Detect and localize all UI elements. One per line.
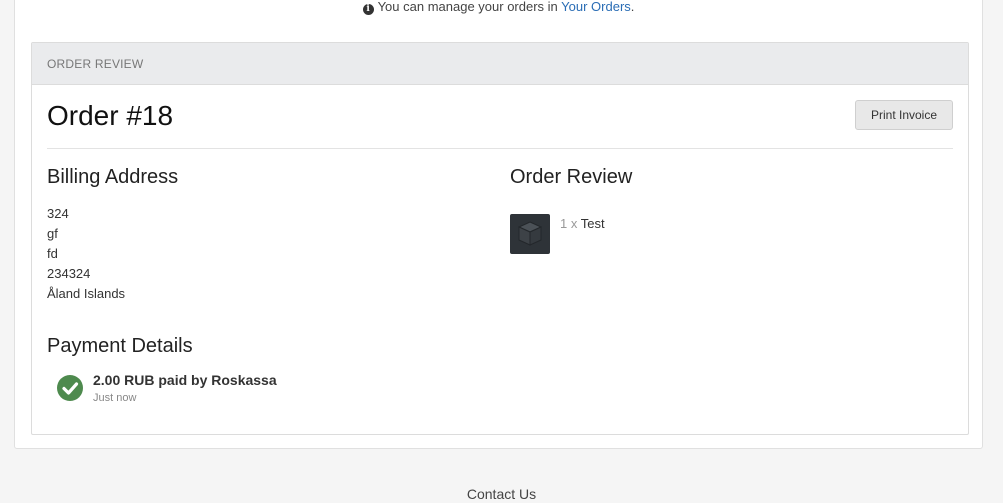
address-line: gf xyxy=(47,226,58,241)
your-orders-link[interactable]: Your Orders xyxy=(561,0,631,14)
address-line: 234324 xyxy=(47,266,91,281)
divider xyxy=(47,148,953,149)
payment-summary: 2.00 RUB paid by Roskassa xyxy=(93,372,277,388)
order-review-header: ORDER REVIEW xyxy=(32,43,968,85)
address-line: fd xyxy=(47,246,58,261)
payment-time: Just now xyxy=(93,392,137,404)
order-title: Order #18 xyxy=(47,100,174,131)
order-review-title: Order Review xyxy=(510,166,633,188)
billing-address: 324 gf fd 234324 Åland Islands xyxy=(47,204,125,304)
info-icon: i xyxy=(362,4,374,15)
item-name: Test xyxy=(580,216,605,231)
order-review-panel: ORDER REVIEW Order #18 Print Invoice Bil… xyxy=(31,42,969,435)
product-box-icon xyxy=(510,214,550,254)
billing-address-title: Billing Address xyxy=(47,166,179,188)
check-circle-icon xyxy=(57,375,83,401)
contact-us-link[interactable]: Contact Us xyxy=(0,485,1003,503)
address-country: Åland Islands xyxy=(47,286,126,301)
print-invoice-button[interactable]: Print Invoice xyxy=(855,100,953,130)
address-line: 324 xyxy=(47,206,69,221)
item-quantity: 1 x xyxy=(560,216,578,231)
notice-suffix: . xyxy=(630,0,635,14)
notice-text: You can manage your orders in xyxy=(377,0,558,14)
orders-notice: i You can manage your orders in Your Orde… xyxy=(15,0,982,17)
order-confirmation-card: i You can manage your orders in Your Orde… xyxy=(14,0,983,449)
payment-details-title: Payment Details xyxy=(47,335,193,357)
order-item: 1 x Test xyxy=(560,215,605,233)
